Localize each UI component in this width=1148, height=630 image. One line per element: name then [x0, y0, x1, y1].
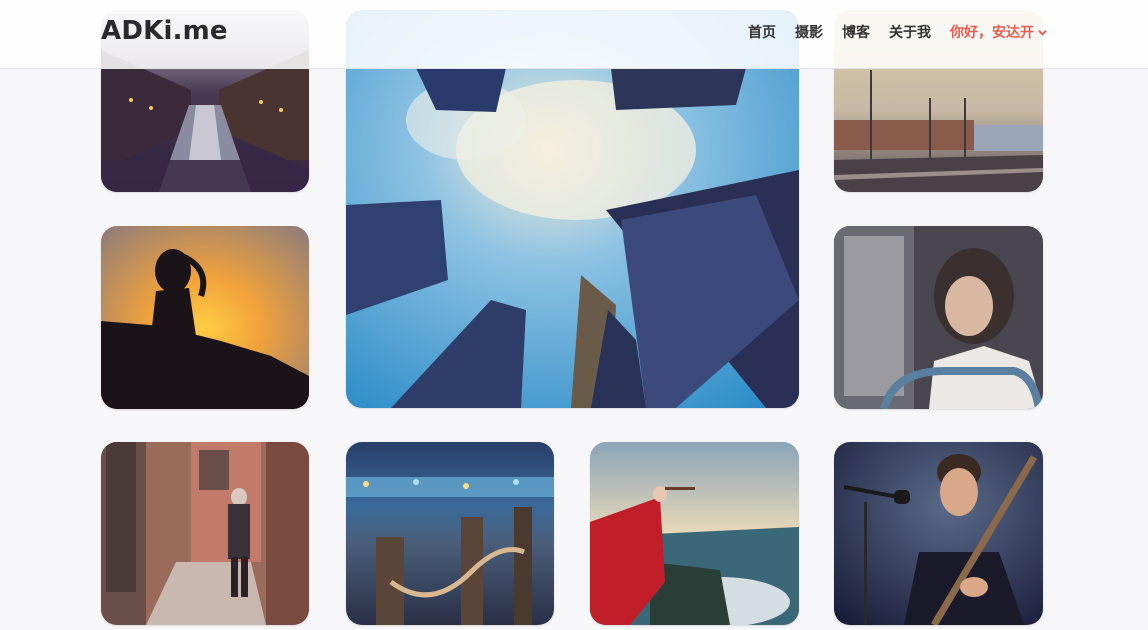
photo-skyscrapers-sky[interactable]: [346, 10, 799, 408]
skyscrapers-image: [346, 10, 799, 408]
nav-blog[interactable]: 博客: [842, 22, 870, 42]
violinist-image: [590, 442, 799, 625]
photo-sunset-silhouette[interactable]: [101, 226, 309, 409]
nav-photography[interactable]: 摄影: [795, 22, 823, 42]
chevron-down-icon: [1038, 29, 1047, 36]
user-greeting: 你好，安达开: [950, 25, 1034, 41]
photo-old-man-alley[interactable]: [101, 442, 309, 625]
nav-about[interactable]: 关于我: [889, 22, 931, 42]
silhouette-image: [101, 226, 309, 409]
pier-image: [346, 442, 554, 625]
main-nav: 首页 摄影 博客 关于我 你好，安达开: [748, 22, 1048, 42]
alley-image: [101, 442, 309, 625]
photo-pier-rope-city[interactable]: [346, 442, 554, 625]
top-navbar: ADKi.me 首页 摄影 博客 关于我 你好，安达开: [0, 0, 1148, 69]
bus-woman-image: [834, 226, 1043, 409]
guitarist-image: [834, 442, 1043, 625]
photo-guitar-player[interactable]: [834, 442, 1043, 625]
photo-red-dress-violinist[interactable]: [590, 442, 799, 625]
user-menu[interactable]: 你好，安达开: [950, 22, 1048, 42]
site-logo[interactable]: ADKi.me: [101, 16, 228, 46]
photo-woman-on-bus[interactable]: [834, 226, 1043, 409]
nav-home[interactable]: 首页: [748, 22, 776, 42]
page: ADKi.me 首页 摄影 博客 关于我 你好，安达开: [0, 0, 1148, 630]
